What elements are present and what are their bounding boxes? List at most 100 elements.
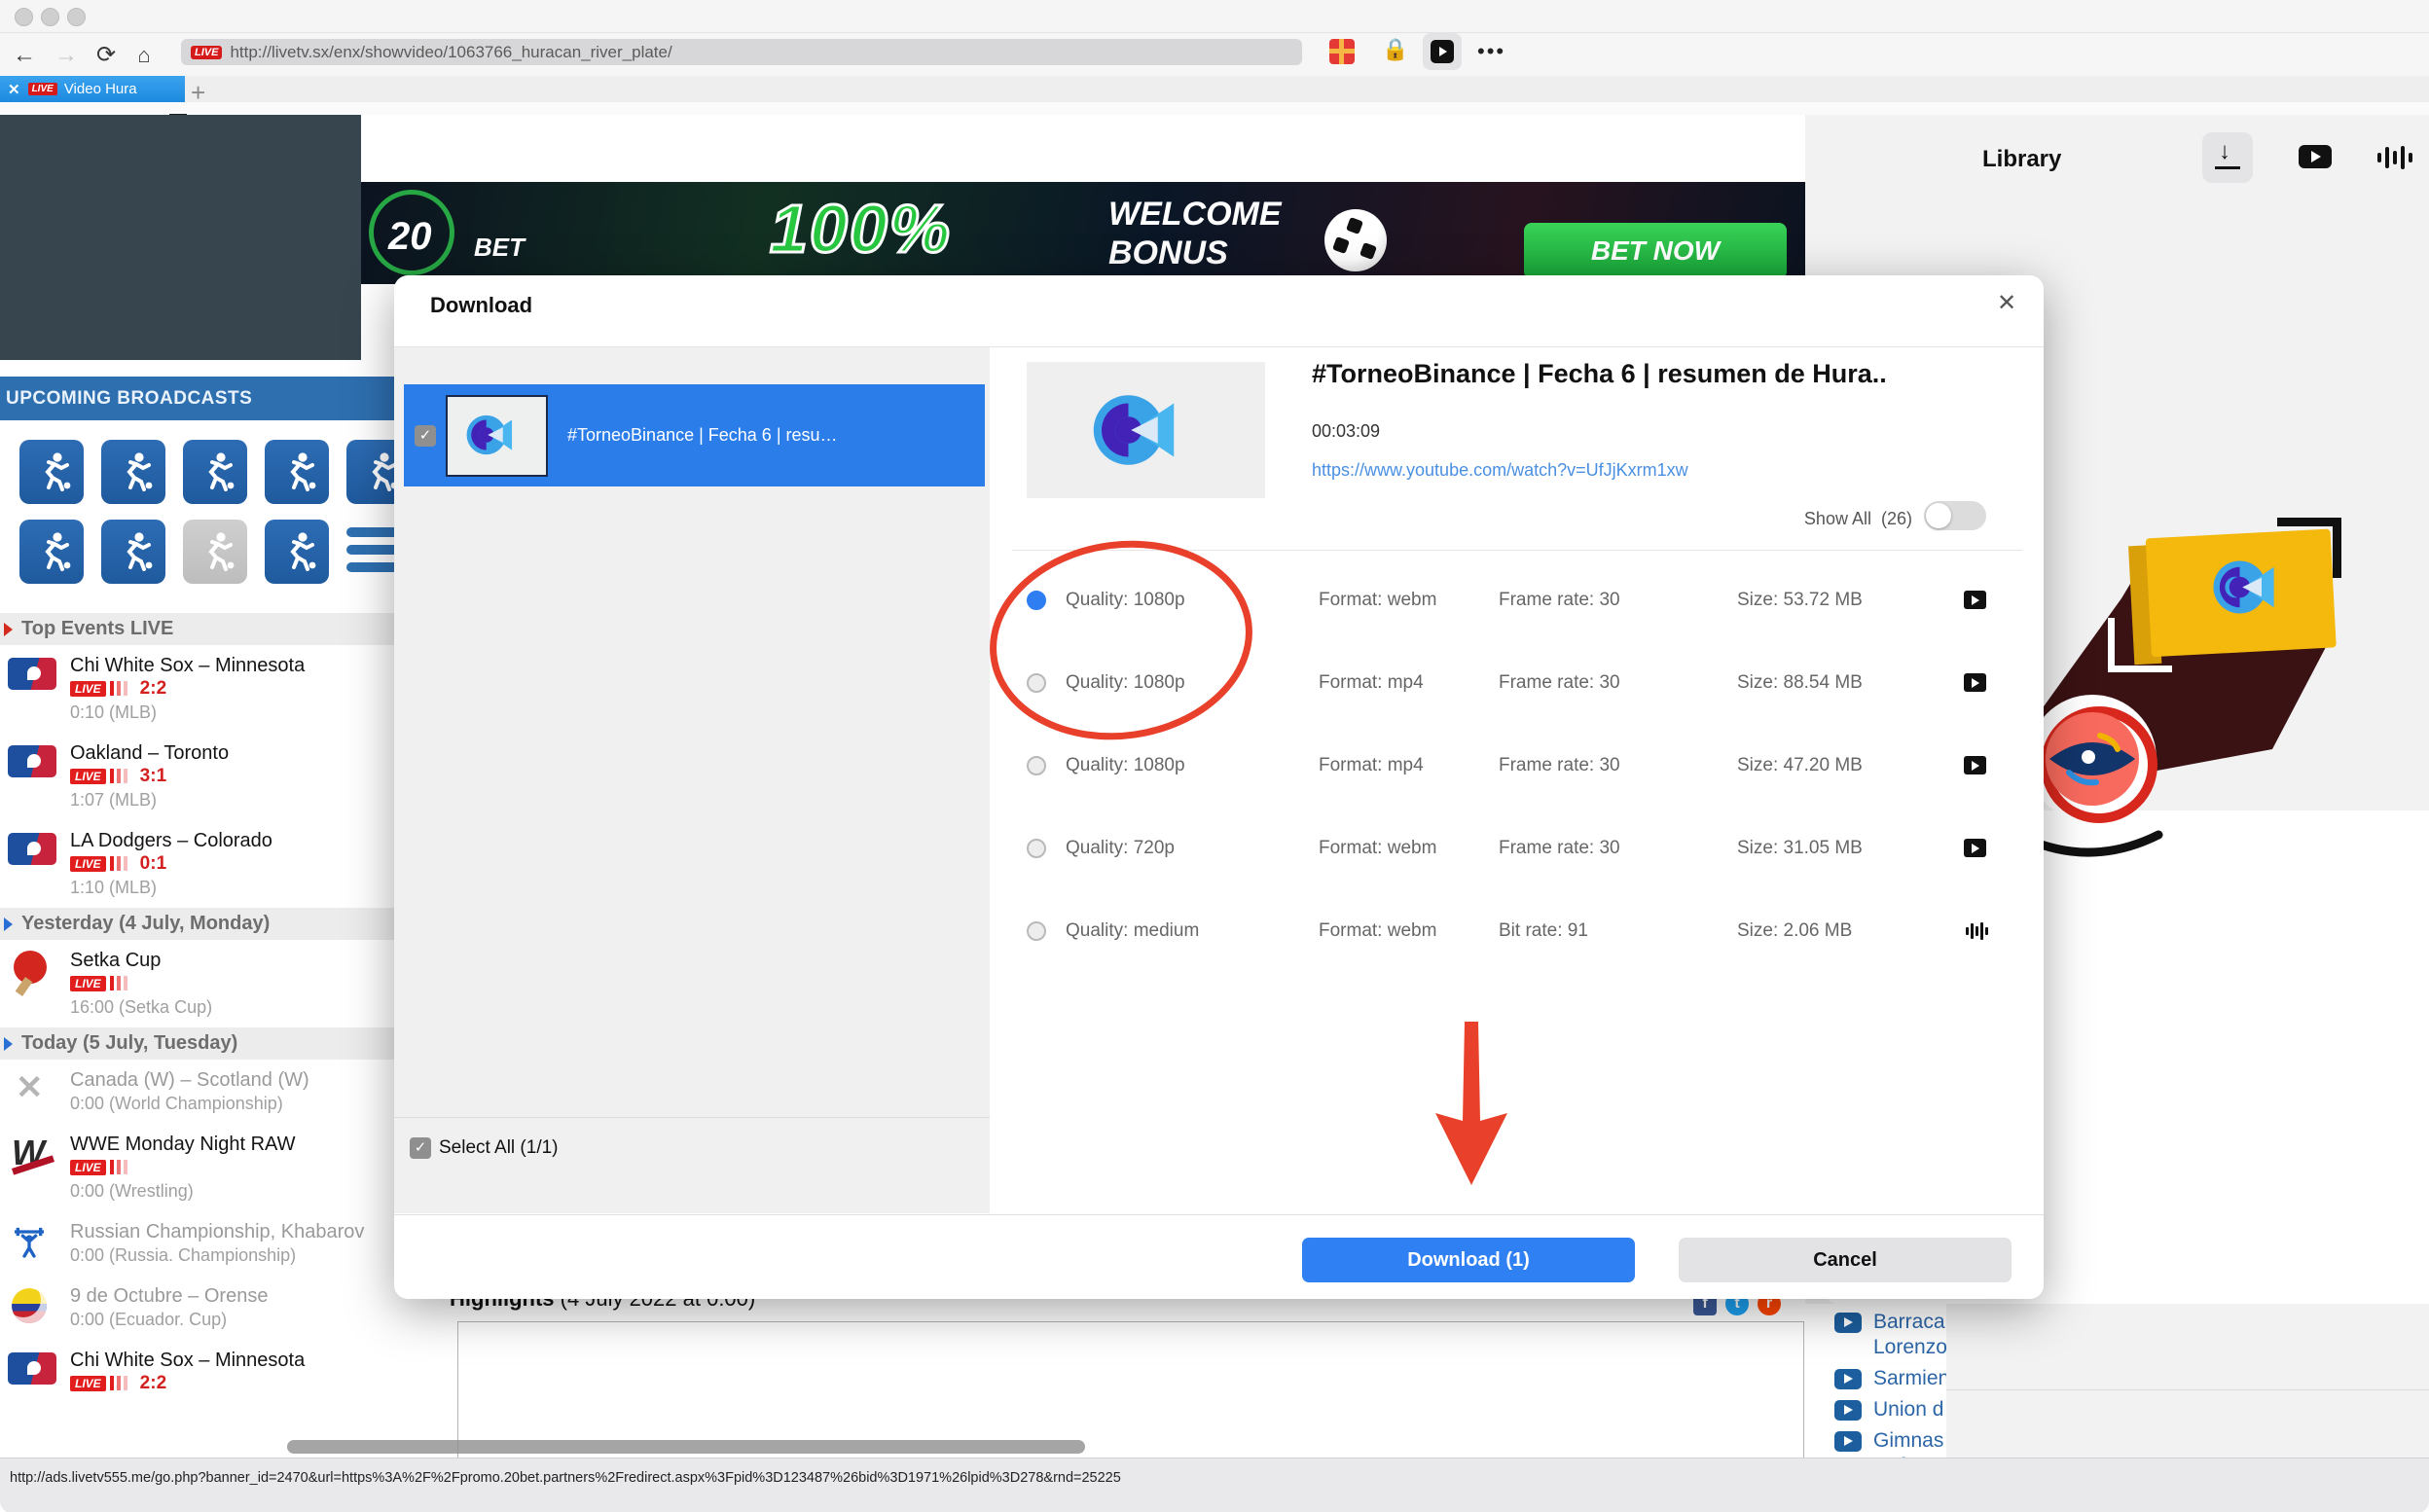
- tab-video-hura[interactable]: ✕ LIVE Video Hura: [0, 76, 185, 102]
- select-all-checkbox[interactable]: ✓: [410, 1137, 431, 1159]
- video-link-label[interactable]: BarracaLorenzo: [1862, 1310, 1946, 1360]
- quality-label: Quality: medium: [1066, 920, 1199, 942]
- more-menu-icon[interactable]: •••: [1477, 39, 1505, 64]
- item-thumbnail: [446, 395, 548, 477]
- video-link-item[interactable]: GimnasDefensa: [1834, 1428, 1946, 1458]
- ecuador-flag-ball-icon: [12, 1288, 47, 1323]
- video-title: #TorneoBinance | Fecha 6 | resumen de Hu…: [1312, 359, 1887, 389]
- gym-sport-icon[interactable]: [101, 520, 165, 584]
- window-minimize-button[interactable]: [41, 8, 59, 26]
- quality-option-row[interactable]: Quality: 720pFormat: webmFrame rate: 30S…: [1012, 808, 2024, 890]
- event-score: 2:2: [140, 678, 166, 700]
- video-link-label[interactable]: GimnasDefensa: [1862, 1428, 1946, 1458]
- event-row[interactable]: ✕Canada (W) – Scotland (W)0:00 (World Ch…: [0, 1060, 394, 1124]
- event-title[interactable]: Russian Championship, Khabarov: [70, 1220, 364, 1243]
- event-row[interactable]: Oakland – TorontoLIVE3:11:07 (MLB): [0, 733, 394, 820]
- address-bar[interactable]: LIVE http://livetv.sx/enx/showvideo/1063…: [181, 39, 1302, 65]
- reload-icon[interactable]: ⟳: [91, 41, 121, 70]
- quality-radio[interactable]: [1027, 839, 1046, 858]
- event-title[interactable]: Setka Cup: [70, 949, 212, 972]
- skiing-sport-icon[interactable]: [183, 520, 247, 584]
- library-audio-tab[interactable]: [2370, 132, 2420, 183]
- event-row[interactable]: Chi White Sox – MinnesotaLIVE2:20:10 (ML…: [0, 645, 394, 733]
- download-dialog: Download ✕ ✓ #TorneoBinance | Fecha 6 | …: [394, 275, 2044, 1299]
- event-row[interactable]: Chi White Sox – MinnesotaLIVE2:2: [0, 1340, 394, 1404]
- video-link-item[interactable]: BarracaLorenzo: [1834, 1310, 1946, 1360]
- boxing-sport-icon[interactable]: [19, 520, 84, 584]
- video-link-item[interactable]: Union d: [1834, 1397, 1946, 1422]
- quality-option-row[interactable]: Quality: 1080pFormat: mp4Frame rate: 30S…: [1012, 725, 2024, 808]
- forward-icon[interactable]: →: [52, 41, 81, 70]
- football-sport-icon[interactable]: [19, 440, 84, 504]
- quality-radio[interactable]: [1027, 921, 1046, 941]
- library-videos-tab[interactable]: [2290, 132, 2340, 183]
- play-icon: [1834, 1369, 1862, 1389]
- event-title[interactable]: WWE Monday Night RAW: [70, 1133, 296, 1156]
- section-header[interactable]: Yesterday (4 July, Monday): [0, 908, 394, 940]
- quality-radio[interactable]: [1027, 673, 1046, 693]
- quality-option-row[interactable]: Quality: 1080pFormat: mp4Frame rate: 30S…: [1012, 642, 2024, 725]
- event-time: 1:07 (MLB): [70, 788, 229, 811]
- video-link-label[interactable]: Sarmien: [1862, 1366, 1946, 1391]
- quality-option-row[interactable]: Quality: mediumFormat: webmBit rate: 91S…: [1012, 890, 2024, 973]
- bet-now-button[interactable]: BET NOW: [1524, 223, 1787, 279]
- item-checkbox[interactable]: ✓: [415, 425, 436, 447]
- quality-radio[interactable]: [1027, 591, 1046, 610]
- lock-icon[interactable]: 🔒: [1382, 37, 1408, 62]
- rate-label: Frame rate: 30: [1499, 590, 1620, 611]
- close-icon[interactable]: ✕: [1992, 289, 2021, 318]
- format-label: Format: webm: [1319, 920, 1436, 942]
- format-label: Format: mp4: [1319, 755, 1424, 776]
- soccer-ball-icon: [1324, 209, 1387, 271]
- event-row[interactable]: WWWE Monday Night RAWLIVE0:00 (Wrestling…: [0, 1124, 394, 1211]
- library-downloads-tab[interactable]: [2202, 132, 2253, 183]
- show-all-toggle[interactable]: [1924, 501, 1986, 530]
- event-title[interactable]: Oakland – Toronto: [70, 741, 229, 765]
- event-row[interactable]: Setka CupLIVE16:00 (Setka Cup): [0, 940, 394, 1027]
- back-icon[interactable]: ←: [10, 41, 39, 70]
- rate-label: Frame rate: 30: [1499, 838, 1620, 859]
- tab-close-icon[interactable]: ✕: [8, 81, 20, 98]
- hockey-sport-icon[interactable]: [101, 440, 165, 504]
- event-row[interactable]: LA Dodgers – ColoradoLIVE0:11:10 (MLB): [0, 820, 394, 908]
- list-view-icon[interactable]: [346, 520, 394, 584]
- browser-window: ← → ⟳ ⌂ LIVE http://livetv.sx/enx/showvi…: [0, 0, 2429, 1512]
- quality-option-row[interactable]: Quality: 1080pFormat: webmFrame rate: 30…: [1012, 559, 2024, 642]
- download-button[interactable]: Download (1): [1302, 1238, 1635, 1282]
- window-zoom-button[interactable]: [67, 8, 86, 26]
- volleyball-sport-icon[interactable]: [346, 440, 394, 504]
- event-time: 0:00 (Ecuador. Cup): [70, 1308, 268, 1331]
- section-header[interactable]: Today (5 July, Tuesday): [0, 1027, 394, 1060]
- gift-extension-icon[interactable]: [1329, 39, 1355, 64]
- video-link-item[interactable]: Sarmien: [1834, 1366, 1946, 1391]
- event-title[interactable]: 9 de Octubre – Orense: [70, 1284, 268, 1308]
- quality-radio[interactable]: [1027, 756, 1046, 775]
- cancel-button[interactable]: Cancel: [1679, 1238, 2012, 1282]
- event-row[interactable]: Russian Championship, Khabarov0:00 (Russ…: [0, 1211, 394, 1276]
- betting-ad-banner[interactable]: 20 BET 100% WELCOME BONUS BET NOW: [361, 182, 1805, 284]
- event-row[interactable]: 9 de Octubre – Orense0:00 (Ecuador. Cup): [0, 1276, 394, 1340]
- event-title[interactable]: Canada (W) – Scotland (W): [70, 1068, 309, 1092]
- video-source-link[interactable]: https://www.youtube.com/watch?v=UfJjKxrm…: [1312, 460, 1688, 481]
- live-indicator: LIVE2:2: [70, 678, 305, 700]
- live-indicator: LIVE: [70, 973, 212, 994]
- rate-label: Frame rate: 30: [1499, 672, 1620, 694]
- section-header[interactable]: Top Events LIVE: [0, 613, 394, 645]
- window-close-button[interactable]: [15, 8, 33, 26]
- section-header-label: Top Events LIVE: [21, 618, 173, 639]
- event-title[interactable]: Chi White Sox – Minnesota: [70, 1349, 305, 1372]
- tennis-sport-icon[interactable]: [265, 440, 329, 504]
- handball-sport-icon[interactable]: [265, 520, 329, 584]
- video-player-placeholder[interactable]: [0, 115, 361, 360]
- event-title[interactable]: LA Dodgers – Colorado: [70, 829, 272, 852]
- event-score: 0:1: [140, 853, 166, 875]
- running-sport-icon[interactable]: [183, 440, 247, 504]
- horizontal-scrollbar[interactable]: [287, 1440, 1085, 1454]
- video-link-label[interactable]: Union d: [1862, 1397, 1943, 1422]
- event-title[interactable]: Chi White Sox – Minnesota: [70, 654, 305, 677]
- divider: [1946, 1389, 2429, 1390]
- video-downloader-extension-button[interactable]: [1423, 33, 1462, 70]
- download-item-row[interactable]: ✓ #TorneoBinance | Fecha 6 | resu…: [404, 384, 985, 486]
- home-icon[interactable]: ⌂: [129, 41, 159, 70]
- select-all-row[interactable]: ✓ Select All (1/1): [410, 1137, 559, 1159]
